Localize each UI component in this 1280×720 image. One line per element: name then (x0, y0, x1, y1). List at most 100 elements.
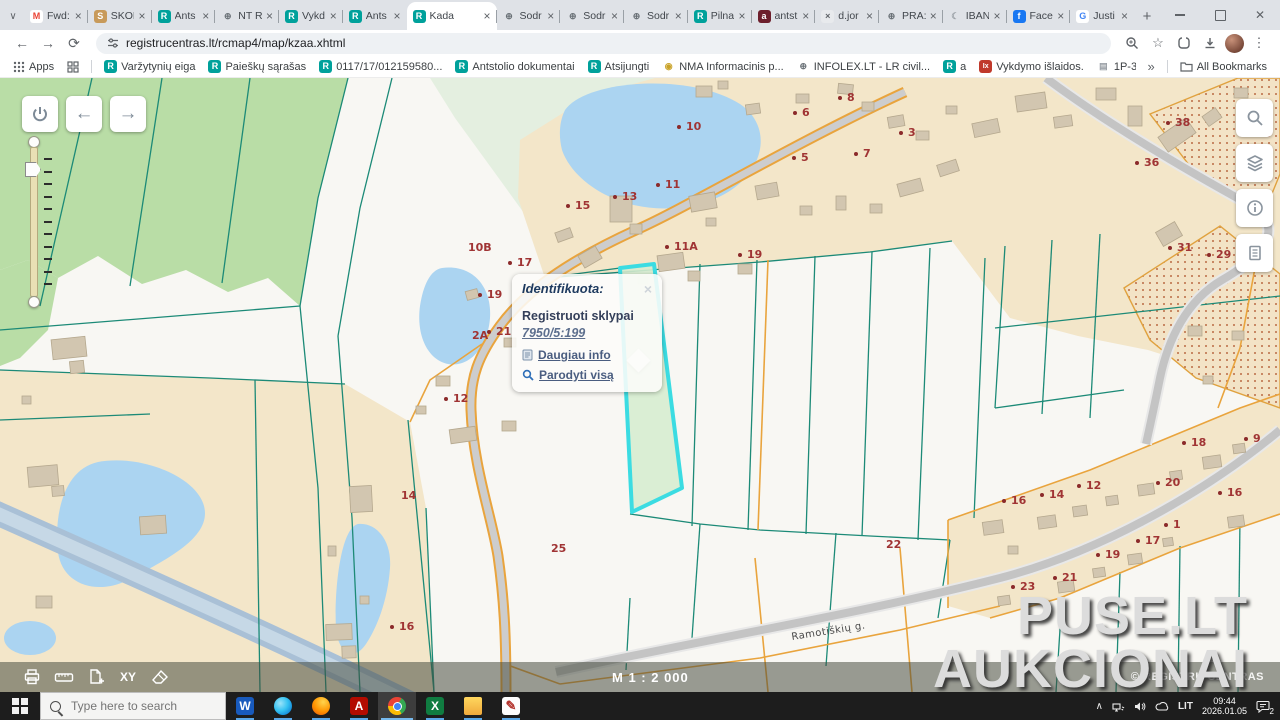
browser-tab[interactable]: RAnts× (152, 2, 216, 30)
taskbar-app-explorer[interactable] (454, 692, 492, 720)
tray-chevron-icon[interactable]: ∧ (1096, 701, 1103, 712)
browser-tab[interactable]: RVykd× (279, 2, 343, 30)
browser-tab[interactable]: SSKOL× (88, 2, 152, 30)
action-center-icon[interactable]: 2 (1256, 700, 1270, 713)
tab-close-icon[interactable]: × (483, 10, 490, 22)
show-all-link[interactable]: Parodyti visą (539, 368, 614, 382)
parcel-number-link[interactable]: 7950/5:199 (522, 326, 585, 340)
reset-view-button[interactable] (22, 96, 58, 132)
zoom-out-node[interactable] (28, 296, 40, 308)
bookmark-item[interactable]: R0117/17/012159580... (314, 60, 447, 73)
forward-icon[interactable]: → (36, 32, 60, 54)
new-tab-button[interactable]: + (1134, 2, 1160, 30)
bookmark-item[interactable]: ◉NMA Informacinis p... (657, 60, 789, 73)
tab-close-icon[interactable]: × (547, 10, 554, 22)
download-icon[interactable] (1199, 32, 1221, 54)
browser-tab[interactable]: aantst× (752, 2, 816, 30)
tab-close-icon[interactable]: × (930, 10, 937, 22)
browser-tab[interactable]: RKada× (407, 2, 497, 30)
zoom-page-icon[interactable] (1121, 32, 1143, 54)
browser-tab[interactable]: RPilna× (688, 2, 752, 30)
network-icon[interactable] (1112, 701, 1125, 712)
profile-avatar[interactable] (1225, 34, 1244, 53)
bookmark-item[interactable]: ⊕INFOLEX.LT - LR civil... (792, 60, 935, 73)
browser-tab[interactable]: RAnts× (343, 2, 407, 30)
tab-group-icon[interactable] (1173, 32, 1195, 54)
browser-tab[interactable]: ☾IBAN× (943, 2, 1007, 30)
zoom-slider[interactable] (26, 136, 58, 308)
close-button[interactable]: ✕ (1240, 0, 1280, 30)
bookmark-item[interactable]: RAntstolio dokumentai (450, 60, 579, 73)
bookmark-item[interactable]: Ra (938, 60, 971, 73)
blocks-shortcut[interactable] (62, 61, 84, 73)
browser-tab[interactable]: fFace× (1007, 2, 1071, 30)
legend-tool-button[interactable] (1236, 234, 1273, 272)
print-icon[interactable] (22, 667, 42, 687)
apps-shortcut[interactable]: Apps (8, 61, 59, 73)
tab-close-icon[interactable]: × (1057, 10, 1064, 22)
bookmark-item[interactable]: RPaieškų sąrašas (203, 60, 311, 73)
bookmark-star-icon[interactable]: ☆ (1147, 32, 1169, 54)
tab-search-icon[interactable]: ∨ (2, 2, 24, 30)
tab-close-icon[interactable]: × (738, 10, 745, 22)
volume-icon[interactable] (1134, 701, 1146, 712)
tab-close-icon[interactable]: × (611, 10, 618, 22)
ruler-icon[interactable] (54, 667, 74, 687)
maximize-button[interactable] (1200, 0, 1240, 30)
more-info-link[interactable]: Daugiau info (538, 348, 611, 362)
browser-tab[interactable]: ⊕NT R× (215, 2, 279, 30)
browser-tab[interactable]: ⊕Sodr× (497, 2, 561, 30)
bookmarks-overflow-icon[interactable]: » (1142, 59, 1159, 74)
taskbar-app-notes[interactable]: ✎ (492, 692, 530, 720)
browser-tab[interactable]: ⊕Sodr× (624, 2, 688, 30)
bookmark-item[interactable]: ▤1P-389-(1.3 E.) Dėl... (1092, 60, 1137, 73)
map-viewport[interactable]: 106835711131511A1910B17192A2112141625223… (0, 78, 1280, 692)
taskbar-app-edge[interactable] (264, 692, 302, 720)
taskbar-search-input[interactable] (69, 698, 213, 714)
taskbar-clock[interactable]: 09:44 2026.01.05 (1202, 696, 1247, 716)
browser-tab[interactable]: ×d.jor× (815, 2, 879, 30)
browser-tab[interactable]: GJusti× (1070, 2, 1134, 30)
forward-extent-button[interactable]: → (110, 96, 146, 132)
taskbar-app-firefox[interactable] (302, 692, 340, 720)
site-settings-icon[interactable] (107, 37, 119, 49)
menu-kebab-icon[interactable]: ⋮ (1248, 32, 1270, 54)
back-icon[interactable]: ← (10, 32, 34, 54)
tab-close-icon[interactable]: × (866, 10, 873, 22)
zoom-handle[interactable] (25, 162, 41, 177)
taskbar-search[interactable] (40, 692, 226, 720)
back-extent-button[interactable]: ← (66, 96, 102, 132)
taskbar-app-acrobat[interactable]: A (340, 692, 378, 720)
tab-close-icon[interactable]: × (330, 10, 337, 22)
taskbar-app-word[interactable]: W (226, 692, 264, 720)
info-tool-button[interactable] (1236, 189, 1273, 227)
popup-close-icon[interactable]: × (644, 282, 652, 296)
reload-icon[interactable]: ⟳ (62, 32, 86, 54)
bookmark-item[interactable]: RAtsijungti (583, 60, 655, 73)
minimize-button[interactable] (1160, 0, 1200, 30)
eraser-icon[interactable] (150, 667, 170, 687)
taskbar-app-chrome[interactable] (378, 692, 416, 720)
tab-close-icon[interactable]: × (1121, 10, 1128, 22)
add-document-icon[interactable] (86, 667, 106, 687)
language-indicator[interactable]: LIT (1178, 701, 1193, 712)
tab-close-icon[interactable]: × (393, 10, 400, 22)
xy-coordinates-icon[interactable]: XY (118, 667, 138, 687)
tab-close-icon[interactable]: × (75, 10, 82, 22)
browser-tab[interactable]: ⊕Sodr× (560, 2, 624, 30)
start-button[interactable] (0, 692, 40, 720)
tab-close-icon[interactable]: × (138, 10, 145, 22)
all-bookmarks-button[interactable]: All Bookmarks (1175, 61, 1272, 73)
tab-close-icon[interactable]: × (802, 10, 809, 22)
tab-close-icon[interactable]: × (675, 10, 682, 22)
bookmark-item[interactable]: RVaržytynių eiga (99, 60, 200, 73)
bookmark-item[interactable]: IxVykdymo išlaidos. (974, 60, 1089, 73)
browser-tab[interactable]: ⊕PRA:× (879, 2, 943, 30)
address-bar[interactable]: registrucentras.lt/rcmap4/map/kzaa.xhtml (96, 33, 1111, 54)
layers-tool-button[interactable] (1236, 144, 1273, 182)
browser-tab[interactable]: MFwd:× (24, 2, 88, 30)
search-tool-button[interactable] (1236, 99, 1273, 137)
onedrive-icon[interactable] (1155, 702, 1169, 711)
tab-close-icon[interactable]: × (993, 10, 1000, 22)
tab-close-icon[interactable]: × (266, 10, 273, 22)
